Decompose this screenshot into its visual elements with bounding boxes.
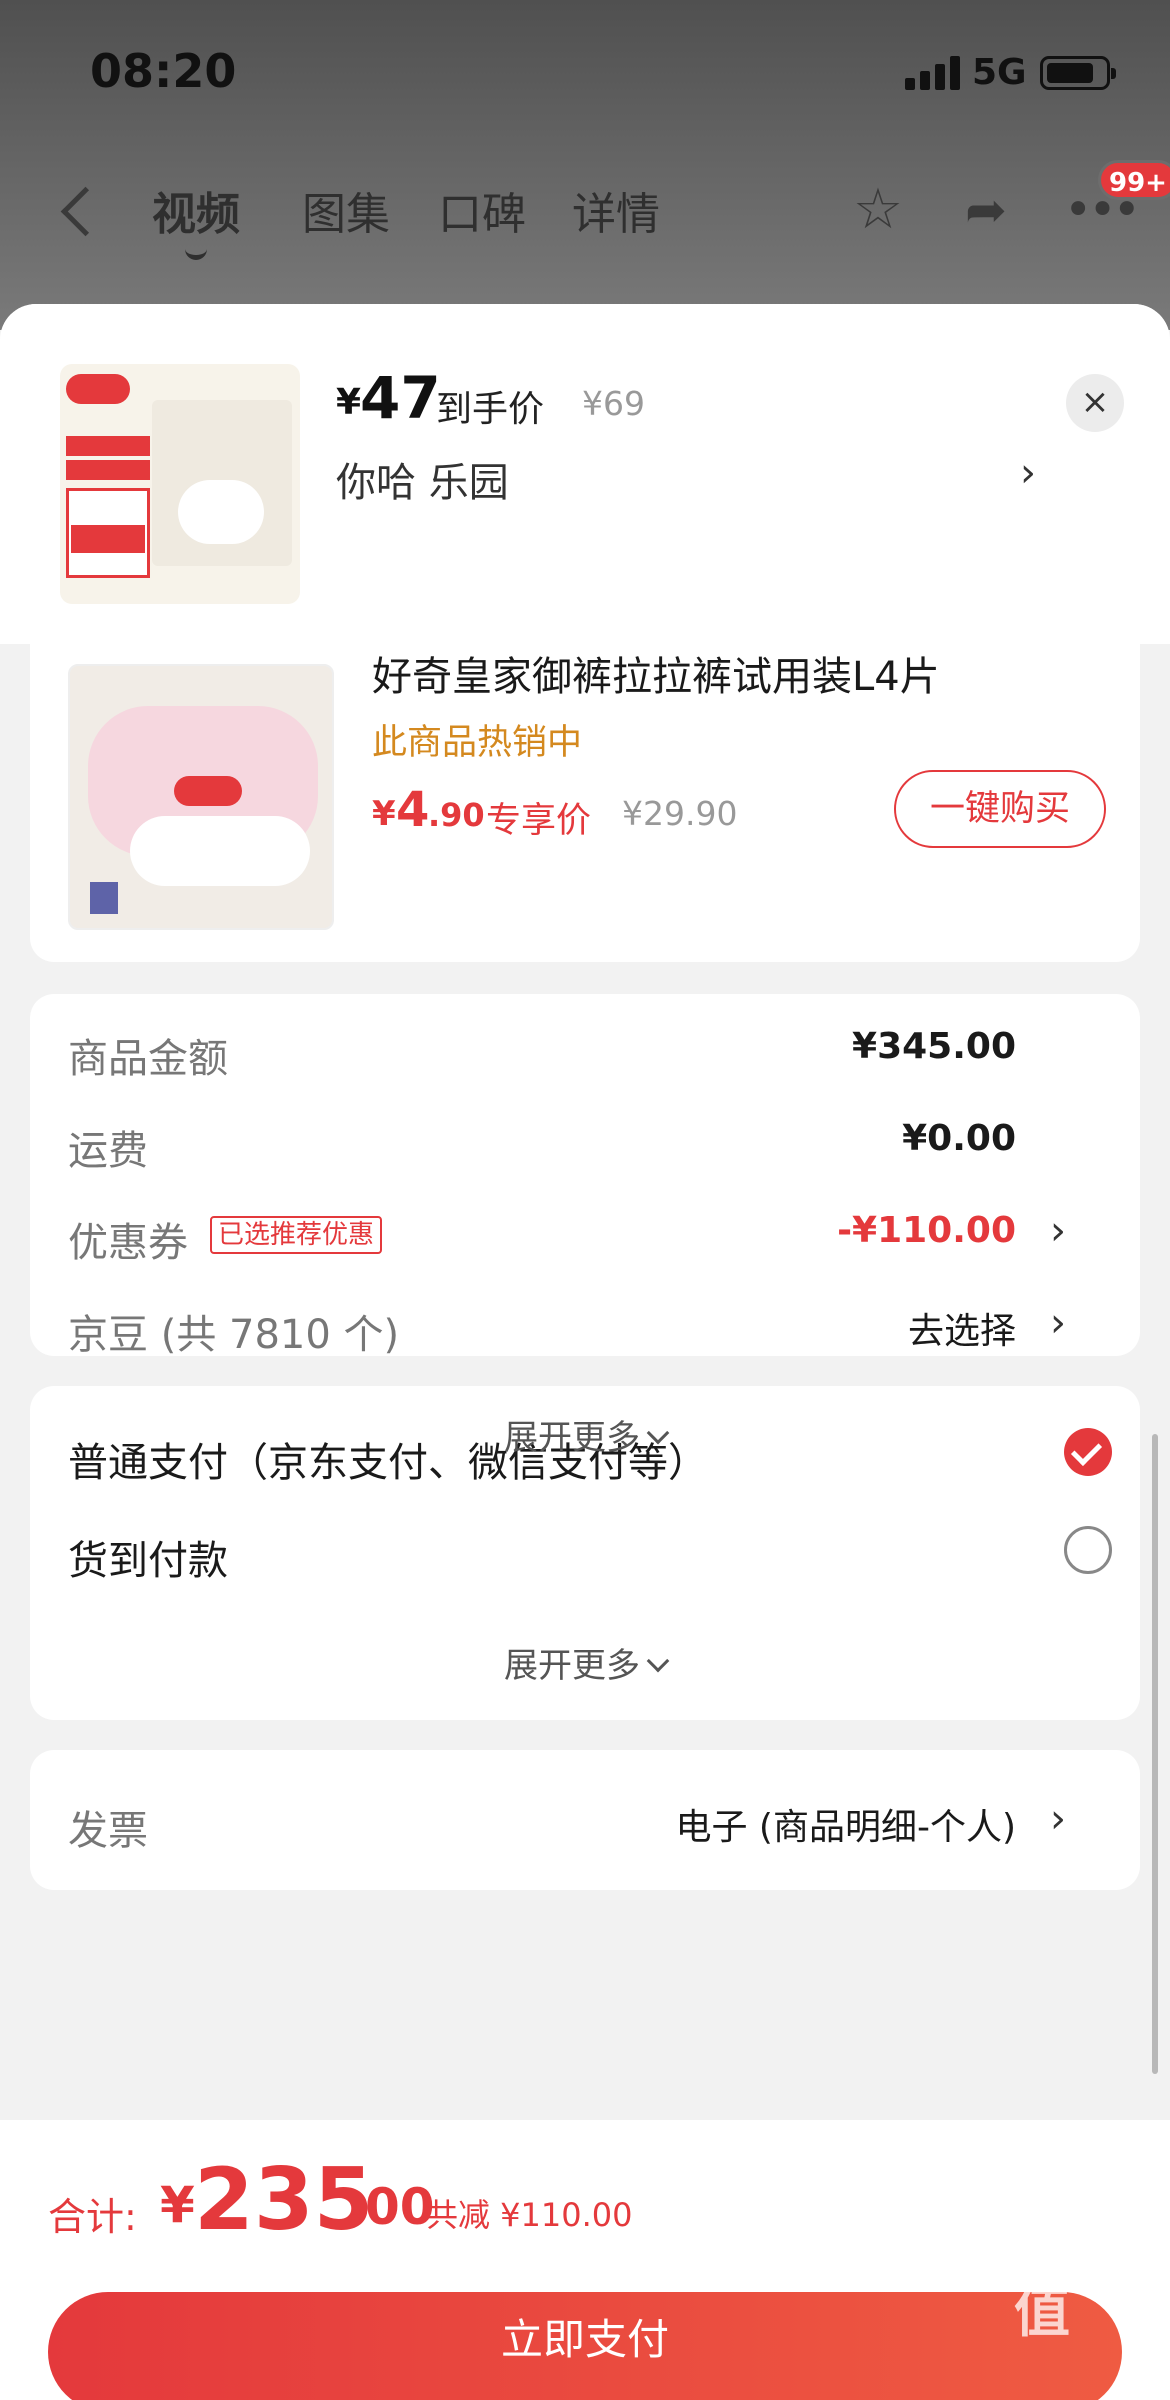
chevron-right-icon: › (1050, 1796, 1066, 1842)
saved-amount: 共减 ¥110.00 (426, 2196, 633, 2234)
chevron-down-icon (646, 1421, 670, 1445)
watermark-site: zhizhizhi.com (1018, 2264, 1167, 2289)
product-image[interactable] (68, 664, 334, 930)
payment-option-cod[interactable]: 货到付款 (68, 1518, 1112, 1588)
close-button[interactable]: × (1066, 374, 1124, 432)
header-price: 47 (360, 364, 441, 432)
chevron-right-icon: › (1050, 1208, 1066, 1254)
notification-badge: 99+ (1098, 160, 1170, 200)
network-type: 5G (972, 52, 1027, 93)
scrollbar[interactable] (1152, 1434, 1158, 2074)
jingdou-value: 去选择 (907, 1311, 1016, 1352)
product-price-decimal: .90 (428, 796, 485, 834)
hot-sale-text: 此商品热销中 (372, 723, 583, 763)
product-price-integer: 4 (396, 782, 430, 838)
tab-video[interactable]: 视频 (152, 178, 240, 260)
total-label: 合计: (48, 2195, 137, 2239)
pay-now-button[interactable]: 立即支付 (48, 2292, 1122, 2400)
header-original-price: ¥69 (582, 384, 645, 423)
battery-icon (1040, 56, 1116, 90)
unchecked-radio-icon[interactable] (1064, 1526, 1112, 1574)
total-decimal: .00 (346, 2178, 435, 2236)
product-price-label: 专享价 (486, 801, 592, 841)
jingdou-label: 京豆 (共 7810 个) (68, 1312, 400, 1358)
dimmed-background: 08:20 5G 视频 图集 口碑 详情 ☆ ➦ ••• 99+ (0, 0, 1170, 330)
invoice-card[interactable]: 发票 电子 (商品明细-个人) › (30, 1750, 1140, 1890)
expand-more-label: 展开更多 (504, 1418, 640, 1458)
subtotal-label: 商品金额 (68, 1036, 228, 1082)
shipping-label: 运费 (68, 1128, 148, 1174)
total-symbol: ¥ (160, 2176, 195, 2234)
payment-option-label: 货到付款 (68, 1538, 228, 1584)
summary-row-shipping: 运费 ¥0.00 (68, 1110, 1108, 1174)
header-product-name[interactable]: 你哈 乐园 (336, 450, 509, 508)
summary-row-subtotal: 商品金额 ¥345.00 (68, 1018, 1108, 1082)
checkout-sheet: ¥ 47 到手价 ¥69 你哈 乐园 › × 好奇皇家御裤拉拉裤试用装L4片 此… (0, 304, 1170, 2400)
header-price-symbol: ¥ (336, 382, 362, 423)
order-summary-card: 商品金额 ¥345.00 运费 ¥0.00 优惠券 已选推荐优惠 -¥110.0… (30, 994, 1140, 1358)
expand-more-label: 展开更多 (504, 1646, 640, 1686)
sheet-header: ¥ 47 到手价 ¥69 你哈 乐园 › × (0, 304, 1170, 644)
product-original-price: ¥29.90 (622, 794, 738, 833)
signal-icon (905, 56, 961, 90)
summary-row-coupon[interactable]: 优惠券 已选推荐优惠 -¥110.00 › (68, 1202, 1108, 1266)
back-chevron-icon[interactable] (54, 182, 98, 238)
summary-row-jingdou[interactable]: 京豆 (共 7810 个) 去选择 › (68, 1294, 1108, 1358)
header-price-label: 到手价 (436, 389, 545, 430)
share-icon[interactable]: ➦ (954, 178, 1018, 242)
invoice-label: 发票 (68, 1808, 148, 1854)
product-title[interactable]: 好奇皇家御裤拉拉裤试用装L4片 (372, 644, 940, 702)
one-click-buy-button[interactable]: 一键购买 (894, 770, 1106, 848)
promo-product-card: 好奇皇家御裤拉拉裤试用装L4片 此商品热销中 ¥ 4 .90 专享价 ¥29.9… (30, 644, 1140, 962)
coupon-tag: 已选推荐优惠 (210, 1216, 383, 1254)
coupon-label: 优惠券 (68, 1220, 188, 1266)
watermark: 值值值 zhizhizhi.com (1014, 2186, 1167, 2345)
coupon-value: -¥110.00 (837, 1210, 1016, 1251)
summary-expand-more[interactable]: 展开更多 (30, 1410, 1140, 1459)
tab-details[interactable]: 详情 (572, 178, 660, 242)
shipping-value: ¥0.00 (902, 1118, 1016, 1159)
subtotal-value: ¥345.00 (852, 1026, 1016, 1067)
star-icon[interactable]: ☆ (846, 178, 910, 242)
invoice-value: 电子 (商品明细-个人) (675, 1807, 1016, 1848)
close-icon: × (1080, 382, 1110, 422)
product-thumbnail (60, 364, 300, 604)
chevron-right-icon: › (1050, 1300, 1066, 1346)
nav-bar: 视频 图集 口碑 详情 ☆ ➦ ••• (0, 160, 1170, 260)
status-time: 08:20 (90, 44, 237, 98)
invoice-row[interactable]: 发票 电子 (商品明细-个人) › (68, 1790, 1108, 1854)
product-price-symbol: ¥ (372, 794, 396, 834)
tab-gallery[interactable]: 图集 (302, 178, 390, 242)
tab-reviews[interactable]: 口碑 (438, 178, 526, 242)
payment-expand-more[interactable]: 展开更多 (30, 1638, 1140, 1687)
status-bar: 08:20 5G (0, 0, 1170, 150)
chevron-right-icon[interactable]: › (1020, 450, 1036, 496)
chevron-down-icon (646, 1649, 670, 1673)
